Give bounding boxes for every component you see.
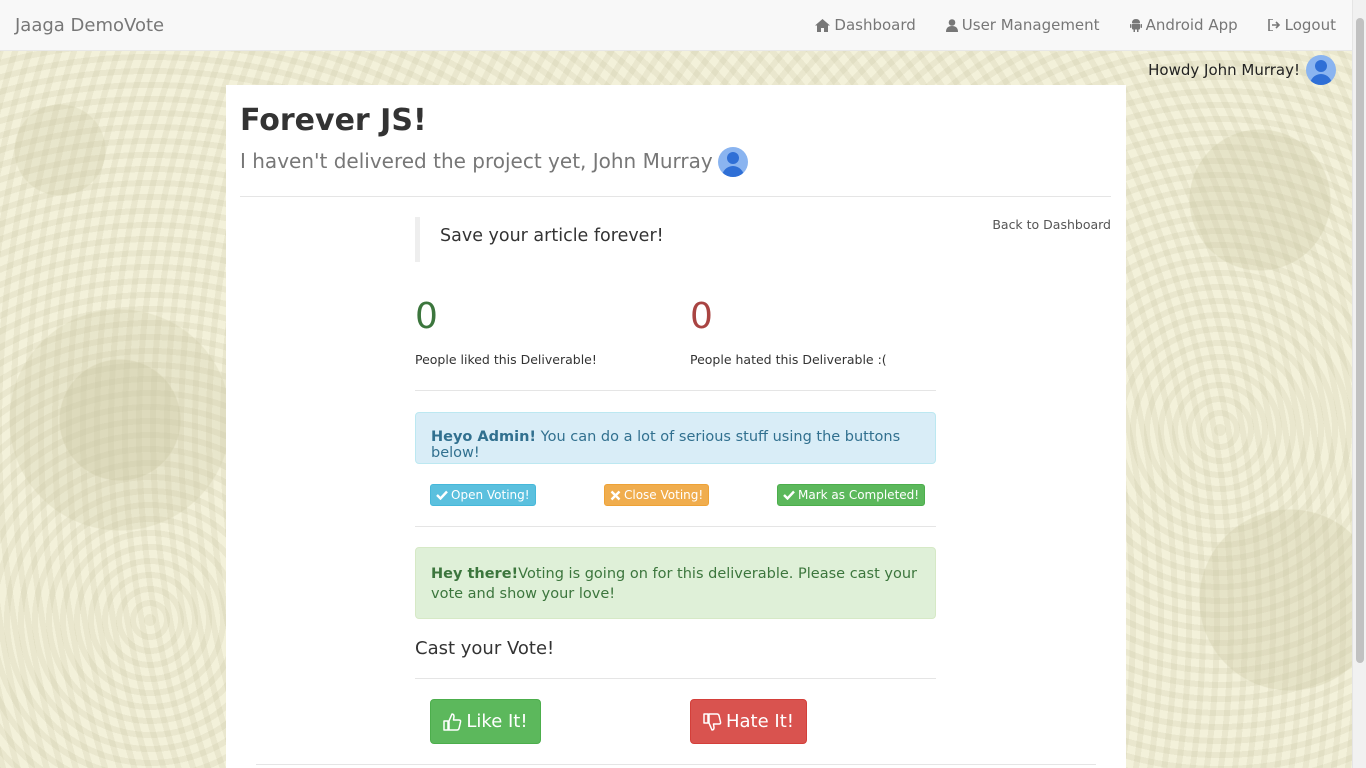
hate-button[interactable]: Hate It! (690, 699, 807, 744)
check-icon (783, 490, 795, 500)
nav-item-dashboard[interactable]: Dashboard (815, 16, 916, 34)
nav-label-logout: Logout (1284, 16, 1336, 34)
owner-avatar (717, 147, 748, 177)
divider (415, 526, 936, 527)
scrollbar-thumb[interactable] (1356, 18, 1364, 663)
divider (256, 764, 1096, 765)
divider (415, 390, 936, 391)
open-voting-label: Open Voting! (451, 488, 530, 502)
like-button[interactable]: Like It! (430, 699, 541, 744)
user-icon (945, 18, 958, 32)
admin-alert-strong: Heyo Admin! (431, 429, 537, 445)
hate-label: Hate It! (725, 711, 794, 732)
page-title: Forever JS! (240, 103, 427, 138)
admin-alert: Heyo Admin! You can do a lot of serious … (415, 412, 936, 464)
nav-label-android-app: Android App (1145, 16, 1238, 34)
mark-completed-label: Mark as Completed! (798, 488, 920, 502)
user-avatar (1306, 55, 1336, 85)
cast-vote-heading: Cast your Vote! (415, 638, 555, 659)
nav-item-logout[interactable]: Logout (1267, 16, 1336, 34)
greeting-text: Howdy John Murray! (1148, 61, 1300, 79)
close-voting-label: Close Voting! (624, 488, 704, 502)
logout-icon (1267, 19, 1280, 31)
mark-completed-button[interactable]: Mark as Completed! (777, 484, 926, 506)
deliverable-description: Save your article forever! (415, 217, 664, 262)
hates-count: 0 (690, 296, 713, 337)
divider (415, 678, 936, 679)
page-scrollbar[interactable] (1352, 0, 1366, 768)
user-greeting: Howdy John Murray! (1148, 55, 1336, 85)
page-subtitle: I haven't delivered the project yet, Joh… (240, 145, 748, 177)
divider (240, 196, 1111, 197)
deliverable-panel: Forever JS! I haven't delivered the proj… (226, 85, 1126, 768)
nav-label-dashboard: Dashboard (834, 16, 916, 34)
likes-stat: 0 People liked this Deliverable! (415, 296, 597, 368)
close-icon (610, 490, 621, 500)
thumbs-up-icon (443, 712, 462, 731)
open-voting-button[interactable]: Open Voting! (430, 484, 536, 506)
nav-item-user-management[interactable]: User Management (945, 16, 1100, 34)
likes-count: 0 (415, 296, 438, 337)
home-icon (815, 18, 831, 32)
subtitle-text: I haven't delivered the project yet, Joh… (240, 149, 713, 173)
top-navbar: Jaaga DemoVote Dashboard User Management… (0, 0, 1352, 51)
back-to-dashboard-link[interactable]: Back to Dashboard (992, 217, 1111, 232)
like-label: Like It! (466, 711, 528, 732)
hates-label: People hated this Deliverable :( (690, 352, 887, 367)
voting-alert: Hey there!Voting is going on for this de… (415, 547, 936, 619)
likes-label: People liked this Deliverable! (415, 352, 597, 367)
nav-item-android-app[interactable]: Android App (1129, 16, 1238, 34)
thumbs-down-icon (703, 712, 722, 731)
android-icon (1129, 18, 1142, 32)
brand-link[interactable]: Jaaga DemoVote (15, 15, 164, 36)
hates-stat: 0 People hated this Deliverable :( (690, 296, 887, 368)
voting-alert-strong: Hey there! (431, 566, 519, 582)
close-voting-button[interactable]: Close Voting! (604, 484, 710, 506)
nav-menu: Dashboard User Management Android App Lo… (785, 16, 1336, 34)
check-icon (436, 490, 448, 500)
nav-label-user-management: User Management (961, 16, 1100, 34)
